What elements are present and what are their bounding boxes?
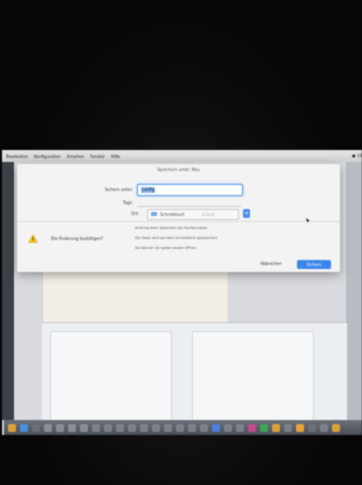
dock-app-icon[interactable]: [116, 423, 124, 432]
filename-value: config: [142, 187, 155, 192]
dock-app-icon[interactable]: [320, 423, 328, 432]
dock-app-icon[interactable]: [152, 423, 160, 432]
dock-app-icon[interactable]: [176, 423, 184, 432]
dock-app-icon[interactable]: [164, 423, 172, 432]
bottom-pane: [42, 322, 347, 423]
menu-ansehen[interactable]: Ansehen: [67, 154, 84, 159]
location-value: Schreibtisch: [160, 212, 185, 217]
dock-app-icon[interactable]: [92, 423, 100, 432]
dock-app-icon[interactable]: [104, 423, 112, 432]
dock-app-icon[interactable]: [56, 423, 64, 432]
dock-app-icon[interactable]: [248, 423, 256, 432]
bottom-column-right: [192, 331, 314, 423]
folder-icon: [151, 212, 157, 216]
location-select[interactable]: Schreibtisch iCloud: [147, 209, 239, 220]
dock-app-icon[interactable]: [296, 423, 304, 432]
dock-app-icon[interactable]: [272, 423, 280, 432]
menu-bar: Bearbeiten Konfiguration Ansehen Fenster…: [2, 150, 362, 162]
warning-icon: [28, 234, 38, 243]
right-panel: [346, 162, 362, 420]
bottom-column-left: [50, 331, 172, 423]
menu-konfiguration[interactable]: Konfiguration: [34, 154, 61, 159]
expand-chevron-button[interactable]: [243, 209, 250, 218]
warning-label: Die Änderung bestätigen?: [51, 236, 104, 241]
dock-app-icon[interactable]: [32, 423, 40, 432]
menubar-status: ● 16: [352, 153, 362, 158]
dock-app-icon[interactable]: [260, 423, 268, 432]
chevron-down-icon: [244, 211, 249, 215]
dialog-title: Speichern unter: Neu: [157, 167, 200, 172]
mouse-cursor-icon: [306, 218, 310, 223]
menu-bearbeiten[interactable]: Bearbeiten: [6, 154, 28, 159]
dock-app-icon[interactable]: [80, 423, 88, 432]
dock-app-icon[interactable]: [332, 423, 340, 432]
monitor-screen: Bearbeiten Konfiguration Ansehen Fenster…: [2, 150, 362, 435]
where-label: Ort:: [131, 211, 139, 216]
dialog-separator: [17, 221, 340, 222]
dock-app-icon[interactable]: [212, 423, 220, 432]
dock-app-icon[interactable]: [128, 423, 136, 432]
dock-app-icon[interactable]: [236, 423, 244, 432]
save-dialog: Speichern unter: Neu Sichern unter: conf…: [17, 164, 340, 272]
location-hint: iCloud: [202, 212, 215, 217]
filename-input[interactable]: config: [137, 184, 243, 196]
dock: [4, 420, 362, 435]
dock-app-icon[interactable]: [68, 423, 76, 432]
dock-app-icon[interactable]: [308, 423, 316, 432]
name-label: Sichern unter:: [104, 187, 133, 192]
dock-app-icon[interactable]: [8, 423, 16, 432]
info-text-3: Sie können sie später wieder öffnen.: [135, 246, 197, 250]
dock-app-icon[interactable]: [200, 423, 208, 432]
info-text-2: Die Datei wird auf dem Schreibtisch gesp…: [135, 236, 219, 240]
dock-app-icon[interactable]: [140, 423, 148, 432]
dock-app-icon[interactable]: [44, 423, 52, 432]
dock-app-icon[interactable]: [188, 423, 196, 432]
dock-app-icon[interactable]: [224, 423, 232, 432]
left-sidebar: [2, 162, 14, 420]
dock-app-icon[interactable]: [20, 423, 28, 432]
dock-app-icon[interactable]: [284, 423, 292, 432]
menu-fenster[interactable]: Fenster: [90, 154, 105, 159]
menu-hilfe[interactable]: Hilfe: [111, 154, 120, 159]
save-button[interactable]: Sichern: [297, 260, 331, 269]
cancel-button[interactable]: Abbrechen: [251, 260, 291, 268]
tags-label: Tags:: [122, 200, 133, 205]
tags-input[interactable]: [137, 200, 241, 207]
info-text-1: Achtung beim Speichern der Konfiguration…: [135, 226, 209, 230]
